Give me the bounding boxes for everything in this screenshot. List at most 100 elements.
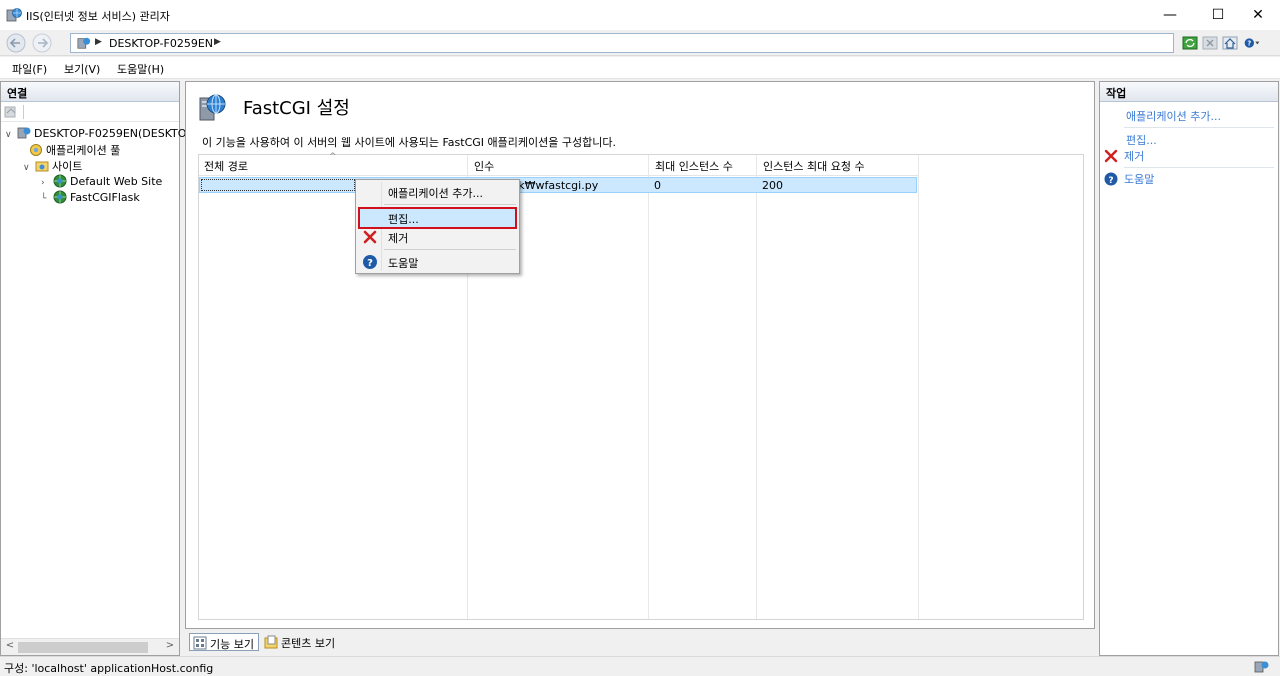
iis-app-icon [6, 8, 22, 22]
menu-help[interactable]: 도움말(H) [117, 61, 164, 77]
horizontal-scrollbar[interactable]: < > [1, 638, 179, 655]
tree-node-sites[interactable]: ∨ 사이트 [23, 158, 82, 174]
breadcrumb-arrow-icon: ▶ [95, 37, 102, 47]
tab-label: 콘텐츠 보기 [281, 637, 336, 650]
tree-node-server[interactable]: ∨ DESKTOP-F0259EN(DESKTOP [5, 126, 193, 142]
tree-node-app-pools[interactable]: 애플리케이션 풀 [29, 142, 120, 158]
action-help[interactable]: ? 도움말 [1104, 171, 1154, 187]
column-header-max-instances[interactable]: 최대 인스턴스 수 [650, 155, 756, 175]
menu-item-label: 편집... [388, 213, 419, 226]
context-add-application[interactable]: 애플리케이션 추가... [358, 182, 517, 202]
table-row[interactable]: ub₩flask₩wfastcgi.py 0 200 [199, 177, 917, 193]
column-header-label: 최대 인스턴스 수 [655, 160, 733, 173]
focus-rectangle [201, 179, 355, 191]
action-remove[interactable]: 제거 [1104, 148, 1144, 164]
address-box[interactable]: ▶ DESKTOP-F0259EN ▶ [70, 33, 1174, 53]
status-text: 구성: 'localhost' applicationHost.config [4, 662, 214, 675]
help-dropdown-icon[interactable]: ? [1244, 35, 1260, 51]
column-header-label: 인수 [474, 160, 495, 173]
tree-label: Default Web Site [70, 175, 163, 188]
tab-features-view[interactable]: 기능 보기 [189, 633, 259, 651]
tree-node-default-web-site[interactable]: › Default Web Site [41, 174, 162, 190]
column-header-path[interactable]: ^ 전체 경로 [199, 152, 467, 175]
server-icon [17, 127, 31, 139]
status-bar: 구성: 'localhost' applicationHost.config [0, 656, 1280, 676]
column-divider [648, 155, 649, 619]
connections-panel: 연결 ∨ DESKTOP-F0259EN(DESKTOP 애플리케이션 풀 ∨ 사이… [0, 81, 193, 656]
menu-separator [384, 204, 516, 205]
column-header-arguments[interactable]: 인수 [469, 155, 647, 175]
context-edit[interactable]: 편집... [358, 207, 517, 229]
content-view-icon [264, 635, 278, 649]
back-button[interactable] [4, 32, 28, 54]
help-icon: ? [1104, 172, 1118, 186]
title-bar: IIS(인터넷 정보 서비스) 관리자 — ☐ ✕ [0, 0, 1280, 30]
cell-max-requests: 200 [762, 179, 783, 192]
breadcrumb-arrow-icon[interactable]: ▶ [214, 37, 221, 47]
action-label: 제거 [1124, 150, 1145, 163]
connect-icon[interactable] [4, 105, 18, 119]
action-edit[interactable]: 편집... [1126, 132, 1157, 148]
tree-node-fastcgiflask[interactable]: └ FastCGIFlask [41, 190, 140, 206]
tree-label: 애플리케이션 풀 [46, 144, 121, 157]
menu-item-label: 애플리케이션 추가... [388, 187, 483, 200]
actions-panel: 작업 애플리케이션 추가... 편집... 제거 ? 도움말 [1099, 81, 1279, 656]
back-arrow-icon [6, 33, 26, 53]
tree-connector: └ [41, 194, 47, 204]
column-header-label: 인스턴스 최대 요청 수 [763, 160, 865, 173]
window-title: IIS(인터넷 정보 서비스) 관리자 [26, 10, 170, 23]
svg-text:?: ? [367, 258, 373, 269]
action-separator [1124, 127, 1274, 128]
stop-icon[interactable] [1202, 35, 1218, 51]
forward-button[interactable] [30, 32, 54, 54]
header-divider [199, 175, 919, 176]
menu-file[interactable]: 파일(F) [12, 61, 47, 77]
features-view-icon [193, 636, 207, 650]
sort-ascending-icon: ^ [329, 152, 337, 162]
scroll-right-icon[interactable]: > [163, 640, 177, 651]
column-divider [756, 155, 757, 619]
collapse-arrow-icon[interactable]: ∨ [5, 130, 17, 140]
column-divider [918, 155, 919, 619]
breadcrumb-server[interactable]: DESKTOP-F0259EN [109, 37, 213, 50]
cell-max-instances: 0 [654, 179, 661, 192]
tab-content-view[interactable]: 콘텐츠 보기 [261, 633, 339, 651]
refresh-icon[interactable] [1182, 35, 1198, 51]
address-bar: ▶ DESKTOP-F0259EN ▶ ? [0, 30, 1280, 56]
feature-pane: FastCGI 설정 이 기능을 사용하여 이 서버의 웹 사이트에 사용되는 … [185, 81, 1095, 629]
action-separator [1124, 167, 1274, 168]
tab-label: 기능 보기 [210, 638, 254, 651]
home-icon[interactable] [1222, 35, 1238, 51]
globe-icon [53, 174, 67, 188]
menu-separator [384, 249, 516, 250]
collapse-arrow-icon[interactable]: ∨ [23, 163, 35, 173]
menu-item-label: 제거 [388, 232, 409, 245]
minimize-button[interactable]: — [1148, 0, 1192, 30]
toolbar-divider [23, 105, 24, 119]
page-title: FastCGI 설정 [243, 98, 350, 119]
action-add-application[interactable]: 애플리케이션 추가... [1126, 108, 1221, 124]
fastcgi-feature-icon [199, 94, 226, 121]
scroll-left-icon[interactable]: < [3, 640, 17, 651]
close-button[interactable]: ✕ [1236, 0, 1280, 30]
context-help[interactable]: ? 도움말 [358, 252, 517, 272]
fastcgi-list: ^ 전체 경로 인수 최대 인스턴스 수 인스턴스 최대 요청 수 ub₩fla… [198, 152, 1084, 620]
menu-view[interactable]: 보기(V) [64, 61, 100, 77]
svg-text:?: ? [1108, 176, 1113, 186]
scrollbar-thumb[interactable] [18, 642, 148, 653]
action-label: 도움말 [1124, 173, 1155, 186]
column-header-label: 전체 경로 [204, 160, 248, 173]
help-icon: ? [363, 255, 377, 269]
app-pool-icon [30, 144, 42, 156]
sites-folder-icon [35, 161, 49, 172]
remove-icon [1104, 149, 1118, 163]
globe-icon [53, 190, 67, 204]
context-menu: 애플리케이션 추가... 편집... 제거 ? 도움말 [355, 179, 520, 274]
maximize-button[interactable]: ☐ [1196, 0, 1240, 30]
tree-label: DESKTOP-F0259EN(DESKTOP [34, 127, 194, 140]
context-remove[interactable]: 제거 [358, 227, 517, 247]
expand-arrow-icon[interactable]: › [41, 178, 53, 188]
column-header-max-requests[interactable]: 인스턴스 최대 요청 수 [758, 155, 918, 175]
feature-description: 이 기능을 사용하여 이 서버의 웹 사이트에 사용되는 FastCGI 애플리… [202, 136, 616, 149]
menu-item-label: 도움말 [388, 257, 419, 270]
